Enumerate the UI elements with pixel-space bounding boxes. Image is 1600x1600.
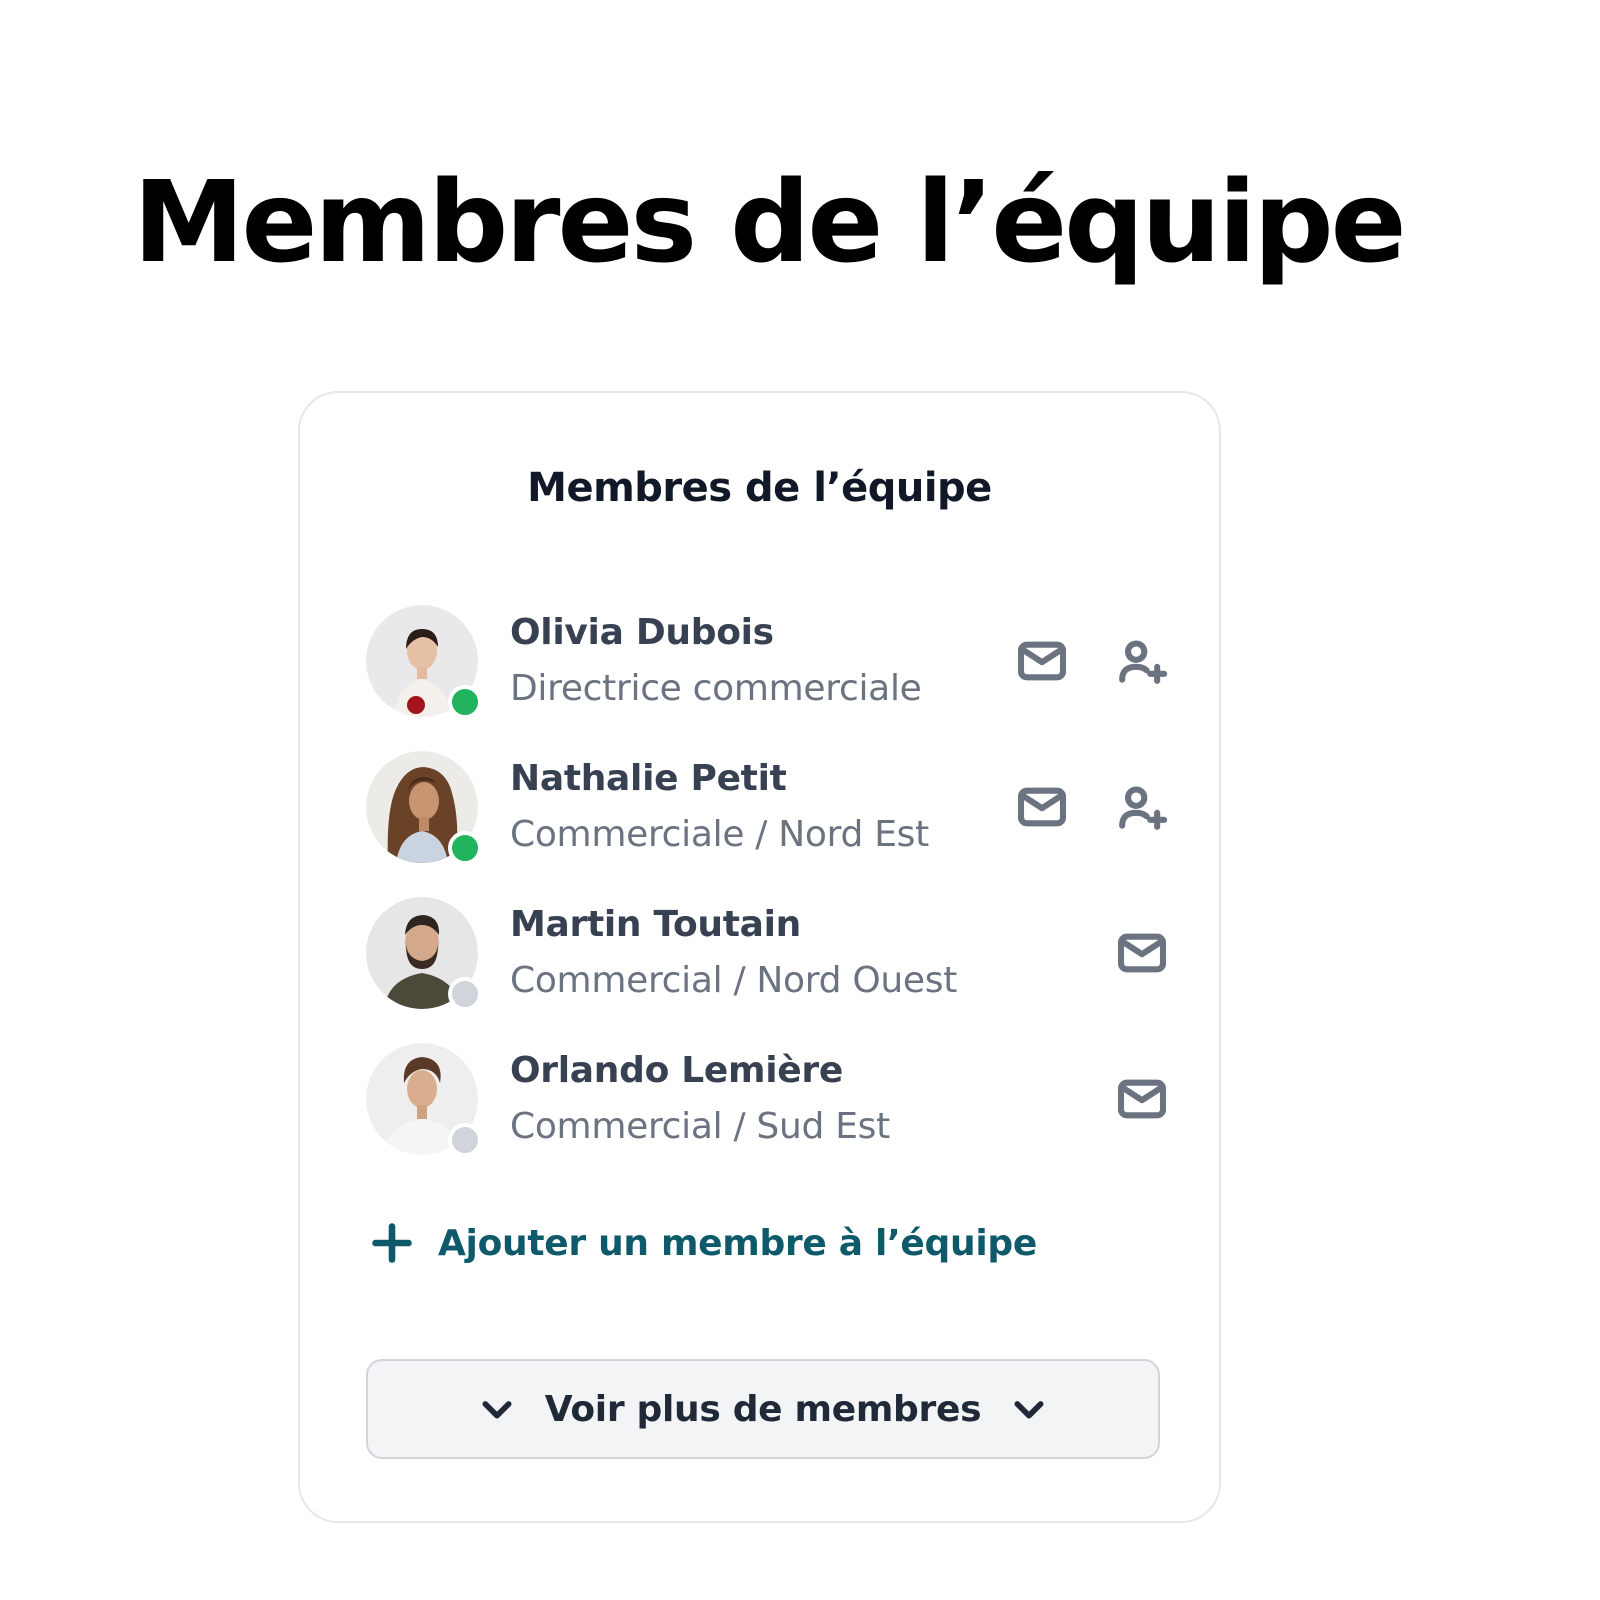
status-online-indicator	[448, 685, 482, 719]
member-role: Commercial / Nord Ouest	[510, 960, 958, 1001]
plus-icon	[372, 1223, 412, 1263]
user-plus-icon	[1119, 640, 1168, 684]
add-contact-button[interactable]	[1112, 631, 1172, 691]
avatar[interactable]	[366, 1043, 482, 1157]
user-plus-icon	[1119, 786, 1168, 830]
send-email-button[interactable]	[1112, 1069, 1172, 1129]
add-member-link[interactable]: Ajouter un membre à l’équipe	[370, 1218, 1037, 1268]
member-name: Nathalie Petit	[510, 758, 787, 799]
avatar[interactable]	[366, 751, 482, 865]
add-member-label: Ajouter un membre à l’équipe	[438, 1222, 1037, 1264]
status-offline-indicator	[448, 1123, 482, 1157]
member-role: Commercial / Sud Est	[510, 1106, 890, 1147]
show-more-label: Voir plus de membres	[544, 1388, 982, 1430]
member-name: Olivia Dubois	[510, 612, 774, 653]
send-email-button[interactable]	[1012, 631, 1072, 691]
chevron-down-icon	[482, 1401, 512, 1419]
page-title: Membres de l’équipe	[133, 158, 1407, 288]
add-contact-button[interactable]	[1112, 777, 1172, 837]
mail-icon	[1017, 787, 1067, 827]
status-offline-indicator	[448, 977, 482, 1011]
avatar[interactable]	[366, 897, 482, 1011]
card-title: Membres de l’équipe	[527, 465, 992, 511]
list-item: Olivia Dubois Directrice commerciale	[366, 605, 1168, 751]
list-item: Orlando Lemière Commercial / Sud Est	[366, 1043, 1167, 1189]
list-item: Martin Toutain Commercial / Nord Ouest	[366, 897, 1167, 1043]
chevron-down-icon	[1014, 1401, 1044, 1419]
avatar[interactable]	[366, 605, 482, 719]
mail-icon	[1017, 641, 1067, 681]
mail-icon	[1117, 933, 1167, 973]
list-item: Nathalie Petit Commerciale / Nord Est	[366, 751, 1168, 897]
member-list: Olivia Dubois Directrice commerciale Nat…	[366, 605, 1168, 1189]
team-members-card: Membres de l’équipe Olivia Dubois Direct…	[298, 391, 1221, 1523]
send-email-button[interactable]	[1112, 923, 1172, 983]
show-more-members-button[interactable]: Voir plus de membres	[366, 1359, 1160, 1459]
mail-icon	[1117, 1079, 1167, 1119]
status-online-indicator	[448, 831, 482, 865]
member-role: Directrice commerciale	[510, 668, 922, 709]
member-name: Martin Toutain	[510, 904, 801, 945]
member-role: Commerciale / Nord Est	[510, 814, 929, 855]
member-name: Orlando Lemière	[510, 1050, 843, 1091]
send-email-button[interactable]	[1012, 777, 1072, 837]
